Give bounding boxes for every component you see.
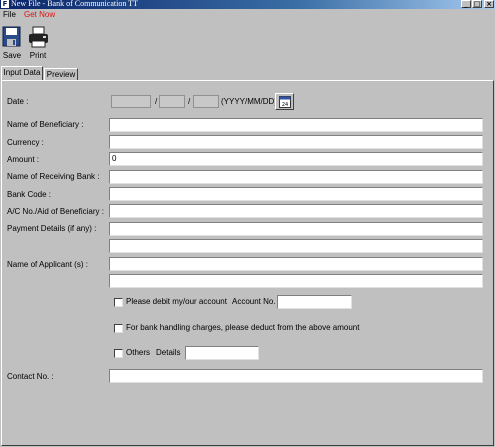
- payment-details-input-2[interactable]: [109, 239, 483, 253]
- tab-input-data[interactable]: Input Data: [1, 66, 43, 80]
- applicant-label: Name of Applicant (s) :: [7, 260, 88, 269]
- app-icon: F: [1, 0, 9, 8]
- date-label: Date :: [7, 97, 29, 106]
- menu-bar: File Get Now: [0, 9, 495, 21]
- date-day-input[interactable]: [193, 95, 219, 108]
- payment-details-label: Payment Details (if any) :: [7, 224, 97, 233]
- details-input[interactable]: [185, 346, 259, 360]
- calendar-icon: 24: [279, 96, 291, 108]
- applicant-input-2[interactable]: [109, 274, 483, 288]
- others-checkbox[interactable]: [114, 349, 123, 358]
- beneficiary-label: Name of Beneficiary :: [7, 120, 84, 129]
- close-button[interactable]: ×: [484, 0, 494, 8]
- toolbar: Save Print: [0, 21, 495, 63]
- menu-file[interactable]: File: [3, 10, 16, 20]
- account-label: A/C No./Aid of Beneficiary :: [7, 207, 104, 216]
- date-separator: /: [188, 97, 191, 106]
- applicant-input-1[interactable]: [109, 257, 483, 271]
- printer-icon: [29, 26, 48, 48]
- save-button[interactable]: Save: [0, 25, 26, 61]
- calendar-button[interactable]: 24: [275, 93, 294, 110]
- bank-charges-text: For bank handling charges, please deduct…: [126, 323, 360, 332]
- account-no-input[interactable]: [277, 295, 352, 309]
- maximize-button[interactable]: □: [472, 0, 482, 8]
- contact-input[interactable]: [109, 369, 483, 383]
- bank-code-input[interactable]: [109, 187, 483, 201]
- receiving-bank-input[interactable]: [109, 170, 483, 184]
- currency-input[interactable]: [109, 135, 483, 149]
- others-text: Others: [126, 348, 151, 357]
- details-label: Details: [156, 348, 181, 357]
- save-label: Save: [2, 51, 22, 60]
- account-no-label: Account No.: [232, 297, 276, 306]
- receiving-bank-label: Name of Receiving Bank :: [7, 172, 100, 181]
- debit-account-text: Please debit my/our account: [126, 297, 227, 306]
- date-format-hint: (YYYY/MM/DD): [221, 97, 277, 106]
- payment-details-input-1[interactable]: [109, 222, 483, 236]
- amount-label: Amount :: [7, 155, 40, 164]
- date-separator: /: [155, 97, 158, 106]
- tab-preview[interactable]: Preview: [44, 68, 78, 80]
- amount-input[interactable]: 0: [109, 152, 483, 166]
- date-year-input[interactable]: [111, 95, 151, 108]
- print-label: Print: [29, 51, 47, 60]
- currency-label: Currency :: [7, 138, 44, 147]
- bank-charges-checkbox[interactable]: [114, 324, 123, 333]
- print-button[interactable]: Print: [24, 25, 52, 61]
- minimize-button[interactable]: _: [461, 0, 471, 8]
- account-input[interactable]: [109, 204, 483, 218]
- contact-label: Contact No. :: [7, 372, 54, 381]
- date-month-input[interactable]: [159, 95, 185, 108]
- svg-text:24: 24: [282, 102, 288, 108]
- window-title: New File - Bank of Communication TT: [11, 0, 138, 8]
- menu-get-now[interactable]: Get Now: [24, 10, 55, 20]
- floppy-disk-icon: [2, 26, 21, 47]
- beneficiary-input[interactable]: [109, 118, 483, 132]
- bank-code-label: Bank Code :: [7, 190, 52, 199]
- debit-account-checkbox[interactable]: [114, 298, 123, 307]
- title-bar: F New File - Bank of Communication TT _ …: [0, 0, 495, 9]
